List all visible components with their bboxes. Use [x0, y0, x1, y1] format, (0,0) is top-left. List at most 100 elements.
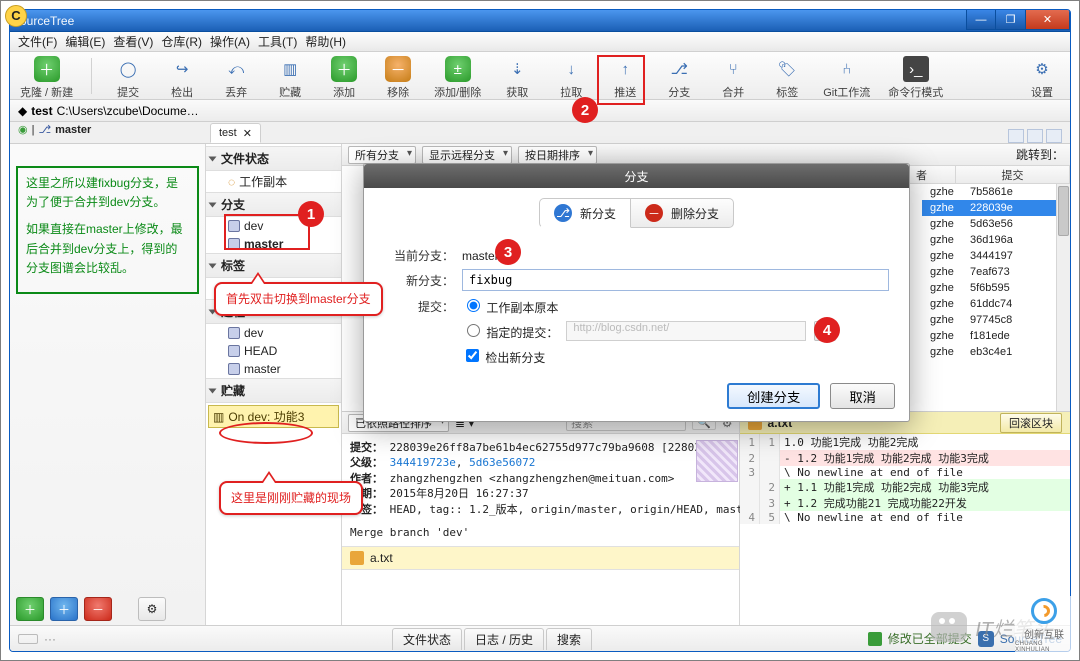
sb-btn-add[interactable]: ＋ — [16, 597, 44, 621]
history-row[interactable]: gzhe5d63e56 — [922, 216, 1070, 232]
watermark-cxhl: 创新互联 CHUANG XINHULIAN — [1015, 596, 1073, 654]
diff-line: 11 1.0 功能1完成 功能2完成 — [740, 434, 1070, 450]
gitflow-icon: ⑃ — [834, 56, 860, 82]
lbl-commit: 提交： — [384, 298, 454, 315]
tb-push[interactable]: ↑推送 — [607, 56, 643, 100]
nav-working-copy[interactable]: ◌工作副本 — [206, 171, 341, 192]
layout-icon-2[interactable] — [1027, 129, 1043, 143]
tb-discard[interactable]: ⤺丢弃 — [218, 56, 254, 100]
fetch-icon: ⇣ — [504, 56, 530, 82]
sec-tags[interactable]: 标签 — [206, 253, 341, 278]
tb-gitflow[interactable]: ⑃Git工作流 — [823, 56, 870, 100]
input-commit-hash[interactable]: http://blog.csdn.net/ — [566, 321, 806, 341]
dialog-tab-new[interactable]: ⎇ 新分支 — [539, 198, 631, 228]
menu-repo[interactable]: 仓库(R) — [161, 33, 202, 50]
nav-branch-master[interactable]: master — [206, 235, 341, 253]
file-entry[interactable]: a.txt — [342, 547, 739, 570]
menu-tools[interactable]: 工具(T) — [258, 33, 297, 50]
browse-commit-button[interactable]: ··· — [814, 321, 836, 341]
tb-pull[interactable]: ↓拉取 — [553, 56, 589, 100]
tab-close-icon[interactable]: ✕ — [243, 127, 252, 140]
status-handle-icon — [18, 634, 38, 644]
scroll-thumb[interactable] — [1058, 186, 1069, 236]
tb-cli[interactable]: ›_命令行模式 — [888, 56, 943, 100]
tb-stash[interactable]: ▥ 贮藏 — [272, 56, 308, 100]
history-row[interactable]: gzhe228039e — [922, 200, 1070, 216]
menu-action[interactable]: 操作(A) — [210, 33, 250, 50]
tb-branch[interactable]: ⎇分支 — [661, 56, 697, 100]
dd-show-remote[interactable]: 显示远程分支 — [422, 146, 512, 164]
sec-filestatus[interactable]: 文件状态 — [206, 146, 341, 171]
history-row[interactable]: gzhef181ede — [922, 328, 1070, 344]
maximize-button[interactable]: ❐ — [996, 10, 1026, 30]
repo-icon: ◆ — [18, 104, 27, 118]
dialog-tab-delete[interactable]: － 删除分支 — [631, 198, 734, 228]
nav-remote-master[interactable]: master — [206, 360, 341, 378]
close-button[interactable]: ✕ — [1026, 10, 1070, 30]
pathbar: ◆ test C:\Users\zcube\Docume… — [10, 100, 1070, 122]
tb-checkout[interactable]: ↪检出 — [164, 56, 200, 100]
minimize-button[interactable]: — — [966, 10, 996, 30]
dd-all-branches[interactable]: 所有分支 — [348, 146, 416, 164]
tb-add[interactable]: ＋添加 — [326, 56, 362, 100]
tb-tag[interactable]: 🏷标签 — [769, 56, 805, 100]
titlebar: ourceTree — ❐ ✕ — [10, 10, 1070, 32]
stash-icon: ▥ — [277, 56, 303, 82]
sec-branches[interactable]: 分支 — [206, 192, 341, 217]
tb-settings-label: 设置 — [1031, 84, 1053, 100]
input-new-branch[interactable] — [462, 269, 889, 291]
parent-link-2[interactable]: 5d63e56072 — [469, 456, 535, 469]
tb-fetch[interactable]: ⇣ 获取 — [499, 56, 535, 100]
sb-btn-add-remote[interactable]: ＋ — [50, 597, 78, 621]
tb-clone-label: 克隆 / 新建 — [20, 84, 73, 100]
history-row[interactable]: gzhe61ddc74 — [922, 296, 1070, 312]
menu-edit[interactable]: 编辑(E) — [65, 33, 105, 50]
nav-remote-dev[interactable]: dev — [206, 324, 341, 342]
revert-hunk-button[interactable]: 回滚区块 — [1000, 413, 1062, 433]
sb-tab-log[interactable]: 日志 / 历史 — [464, 628, 544, 650]
parent-link-1[interactable]: 344419723e — [390, 456, 456, 469]
history-row[interactable]: gzhe7eaf673 — [922, 264, 1070, 280]
nav-remote-head[interactable]: HEAD — [206, 342, 341, 360]
sb-tab-search[interactable]: 搜索 — [546, 628, 592, 650]
menu-view[interactable]: 查看(V) — [113, 33, 153, 50]
nav-branch-dev[interactable]: dev — [206, 217, 341, 235]
history-row[interactable]: gzheeb3c4e1 — [922, 344, 1070, 360]
btn-create-branch[interactable]: 创建分支 — [727, 383, 820, 409]
scrollbar[interactable] — [1056, 184, 1070, 411]
tb-add-label: 添加 — [333, 84, 355, 100]
menu-help[interactable]: 帮助(H) — [305, 33, 346, 50]
sb-tab-filestatus[interactable]: 文件状态 — [392, 628, 462, 650]
sec-stash[interactable]: 贮藏 — [206, 378, 341, 403]
tb-addremove[interactable]: ±添加/删除 — [434, 56, 481, 100]
history-row[interactable]: gzhe3444197 — [922, 248, 1070, 264]
tb-settings[interactable]: ⚙设置 — [1024, 56, 1060, 100]
layout-icon-3[interactable] — [1046, 129, 1062, 143]
history-row[interactable]: gzhe36d196a — [922, 232, 1070, 248]
history-row[interactable]: gzhe7b5861e — [922, 184, 1070, 200]
chk-checkout-new[interactable]: 检出新分支 — [462, 346, 545, 366]
callout-stash: 这里是刚刚贮藏的现场 — [219, 481, 363, 515]
diff-line: 3\ No newline at end of file — [740, 466, 1070, 479]
note-green: 这里之所以建fixbug分支，是为了便于合并到dev分支。 如果直接在maste… — [16, 166, 199, 294]
tb-fetch-label: 获取 — [506, 84, 528, 100]
tb-stash-label: 贮藏 — [279, 84, 301, 100]
layout-icon-1[interactable] — [1008, 129, 1024, 143]
tab-test[interactable]: test ✕ — [210, 123, 261, 143]
nav-stash-item[interactable]: ▥On dev: 功能3 — [208, 405, 339, 428]
radio-specific-commit[interactable]: 指定的提交： — [462, 321, 558, 341]
sb-btn-remove[interactable]: － — [84, 597, 112, 621]
menu-file[interactable]: 文件(F) — [18, 33, 57, 50]
tb-commit[interactable]: ◯提交 — [110, 56, 146, 100]
tb-clone[interactable]: ＋克隆 / 新建 — [20, 56, 73, 100]
history-row[interactable]: gzhe97745c8 — [922, 312, 1070, 328]
history-row[interactable]: gzhe5f6b595 — [922, 280, 1070, 296]
dd-sort-date[interactable]: 按日期排序 — [518, 146, 597, 164]
tb-merge[interactable]: ⑂合并 — [715, 56, 751, 100]
sb-btn-settings[interactable]: ⚙ — [138, 597, 166, 621]
annotation-c: C — [5, 5, 27, 27]
radio-working-copy[interactable]: 工作副本原本 — [462, 296, 558, 316]
btn-cancel[interactable]: 取消 — [830, 383, 895, 409]
tb-remove[interactable]: －移除 — [380, 56, 416, 100]
db-remove-icon: － — [385, 56, 411, 82]
